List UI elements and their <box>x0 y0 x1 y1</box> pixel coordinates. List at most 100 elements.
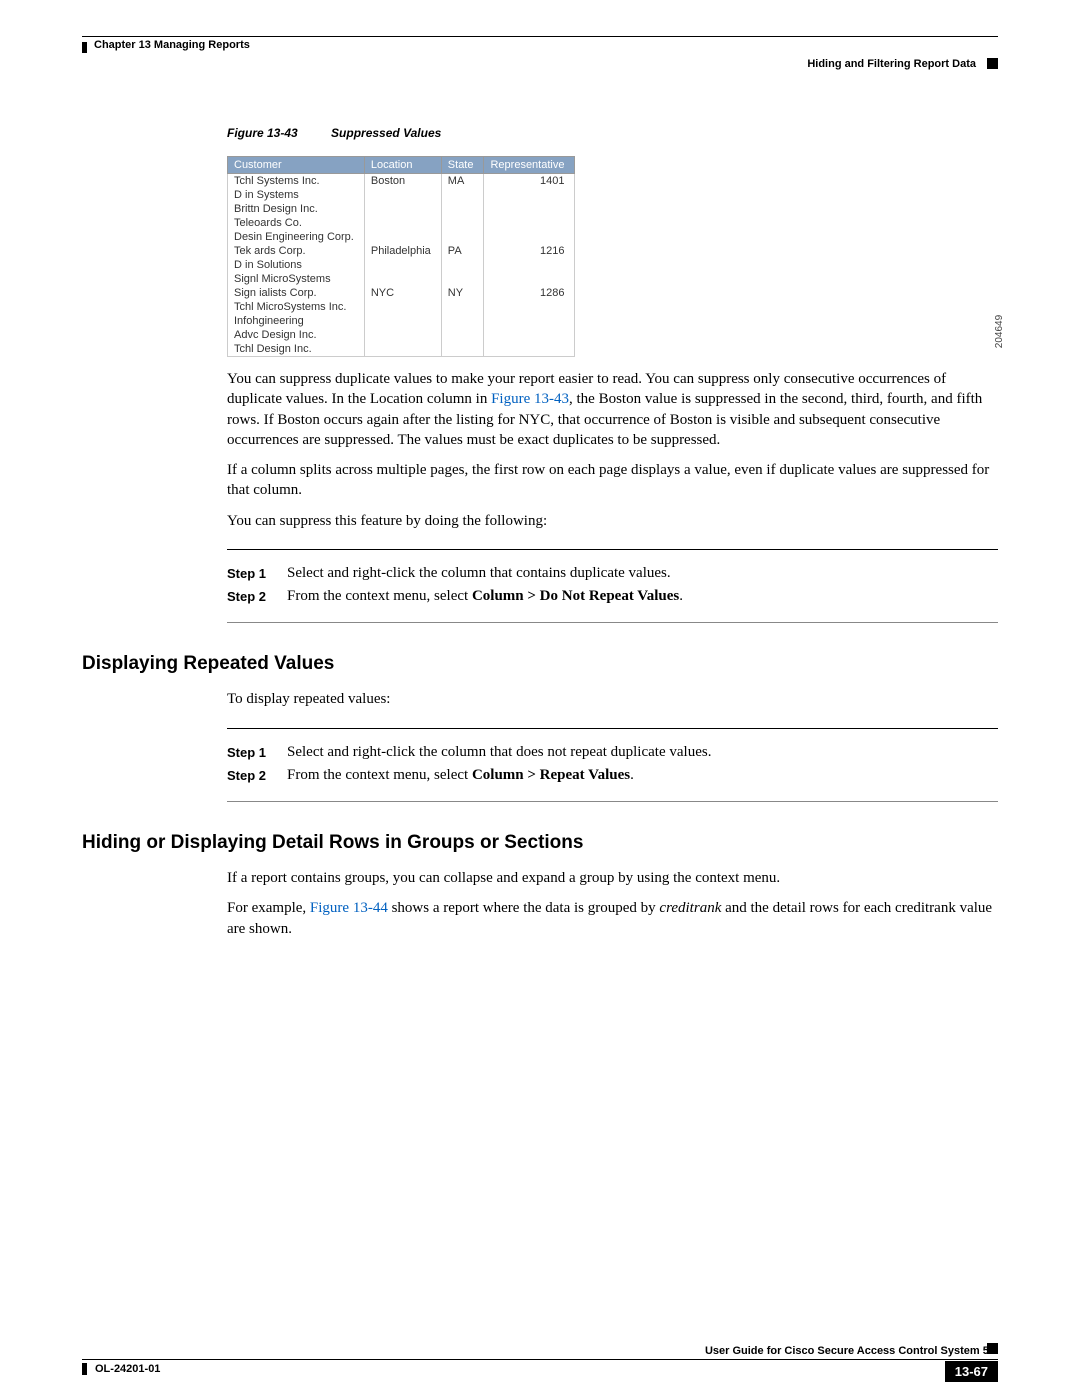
table-row: Infohgineering <box>228 314 575 328</box>
suppressed-values-table: Customer Location State Representative T… <box>227 156 575 357</box>
table-cell <box>441 342 484 357</box>
figure-table-wrap: Customer Location State Representative T… <box>227 156 998 357</box>
table-cell <box>364 216 441 230</box>
table-cell: NYC <box>364 286 441 300</box>
step-text: Select and right-click the column that d… <box>287 741 711 764</box>
table-cell: 1286 <box>484 286 575 300</box>
table-cell: Tchl Systems Inc. <box>228 174 365 189</box>
table-cell: Brittn Design Inc. <box>228 202 365 216</box>
figure-caption: Figure 13-43 Suppressed Values <box>227 126 998 140</box>
table-cell: Tchl Design Inc. <box>228 342 365 357</box>
table-cell <box>484 202 575 216</box>
table-cell <box>364 258 441 272</box>
table-cell: PA <box>441 244 484 258</box>
footer-marker-left <box>82 1363 87 1375</box>
page-footer: User Guide for Cisco Secure Access Contr… <box>82 1345 998 1375</box>
section-label: Hiding and Filtering Report Data <box>807 58 976 70</box>
step-row: Step 1 Select and right-click the column… <box>227 562 998 585</box>
table-cell <box>364 300 441 314</box>
paragraph-suppress-intro: You can suppress this feature by doing t… <box>227 511 998 531</box>
paragraph-suppress-desc: You can suppress duplicate values to mak… <box>227 369 998 450</box>
table-cell: Philadelphia <box>364 244 441 258</box>
table-cell <box>364 314 441 328</box>
table-cell: NY <box>441 286 484 300</box>
figure-number: Figure 13-43 <box>227 126 298 140</box>
table-cell <box>484 328 575 342</box>
col-location: Location <box>364 157 441 174</box>
table-row: Tchl Systems Inc.BostonMA1401 <box>228 174 575 189</box>
table-cell <box>441 216 484 230</box>
paragraph-groups-example: For example, Figure 13-44 shows a report… <box>227 898 998 939</box>
paragraph-split-pages: If a column splits across multiple pages… <box>227 460 998 501</box>
chapter-label: Chapter 13 Managing Reports <box>94 39 250 51</box>
figure-link-13-44[interactable]: Figure 13-44 <box>310 900 388 916</box>
table-row: D in Solutions <box>228 258 575 272</box>
table-cell: Sign ialists Corp. <box>228 286 365 300</box>
figure-link-13-43[interactable]: Figure 13-43 <box>491 391 569 407</box>
table-cell: Advc Design Inc. <box>228 328 365 342</box>
table-cell: 1216 <box>484 244 575 258</box>
header-marker-left <box>82 42 87 53</box>
steps-divider-top <box>227 728 998 729</box>
table-cell <box>364 230 441 244</box>
table-row: Tek ards Corp.PhiladelphiaPA1216 <box>228 244 575 258</box>
table-cell <box>484 272 575 286</box>
paragraph-display-intro: To display repeated values: <box>227 689 998 709</box>
table-cell <box>441 188 484 202</box>
figure-title: Suppressed Values <box>331 126 441 140</box>
step-text: From the context menu, select Column > R… <box>287 764 634 787</box>
table-cell <box>441 258 484 272</box>
header-marker-right <box>987 58 998 69</box>
table-cell <box>484 314 575 328</box>
table-cell <box>441 328 484 342</box>
paragraph-groups-intro: If a report contains groups, you can col… <box>227 868 998 888</box>
table-cell: Infohgineering <box>228 314 365 328</box>
table-row: Tchl MicroSystems Inc. <box>228 300 575 314</box>
table-row: Teleoards Co. <box>228 216 575 230</box>
table-cell: Teleoards Co. <box>228 216 365 230</box>
table-row: Sign ialists Corp.NYCNY1286 <box>228 286 575 300</box>
table-cell: D in Solutions <box>228 258 365 272</box>
heading-displaying-repeated: Displaying Repeated Values <box>82 653 998 675</box>
table-row: Advc Design Inc. <box>228 328 575 342</box>
table-row: Signl MicroSystems <box>228 272 575 286</box>
table-cell <box>441 230 484 244</box>
step-text: Select and right-click the column that c… <box>287 562 671 585</box>
table-cell: Desin Engineering Corp. <box>228 230 365 244</box>
table-cell <box>364 342 441 357</box>
step-row: Step 2 From the context menu, select Col… <box>227 585 998 608</box>
table-cell <box>364 272 441 286</box>
col-representative: Representative <box>484 157 575 174</box>
table-cell <box>484 258 575 272</box>
steps-divider-top <box>227 549 998 550</box>
step-label: Step 1 <box>227 741 287 764</box>
footer-doc-number: OL-24201-01 <box>95 1363 160 1375</box>
table-cell: D in Systems <box>228 188 365 202</box>
table-row: D in Systems <box>228 188 575 202</box>
steps-divider-bottom <box>227 622 998 623</box>
table-cell <box>441 314 484 328</box>
page-number: 13-67 <box>945 1361 998 1382</box>
table-cell <box>441 272 484 286</box>
table-cell <box>484 216 575 230</box>
table-cell <box>364 328 441 342</box>
table-cell: MA <box>441 174 484 189</box>
step-label: Step 2 <box>227 764 287 787</box>
table-cell <box>484 188 575 202</box>
step-row: Step 2 From the context menu, select Col… <box>227 764 998 787</box>
footer-marker-right <box>987 1343 998 1354</box>
table-cell: 1401 <box>484 174 575 189</box>
table-cell <box>364 188 441 202</box>
table-cell <box>484 300 575 314</box>
table-cell: Tchl MicroSystems Inc. <box>228 300 365 314</box>
page-header: Chapter 13 Managing Reports Hiding and F… <box>82 36 998 66</box>
table-cell <box>484 342 575 357</box>
table-cell <box>441 300 484 314</box>
col-state: State <box>441 157 484 174</box>
table-cell <box>484 230 575 244</box>
table-cell: Boston <box>364 174 441 189</box>
table-cell <box>364 202 441 216</box>
figure-id-label: 204649 <box>994 315 1005 348</box>
steps-divider-bottom <box>227 801 998 802</box>
step-row: Step 1 Select and right-click the column… <box>227 741 998 764</box>
